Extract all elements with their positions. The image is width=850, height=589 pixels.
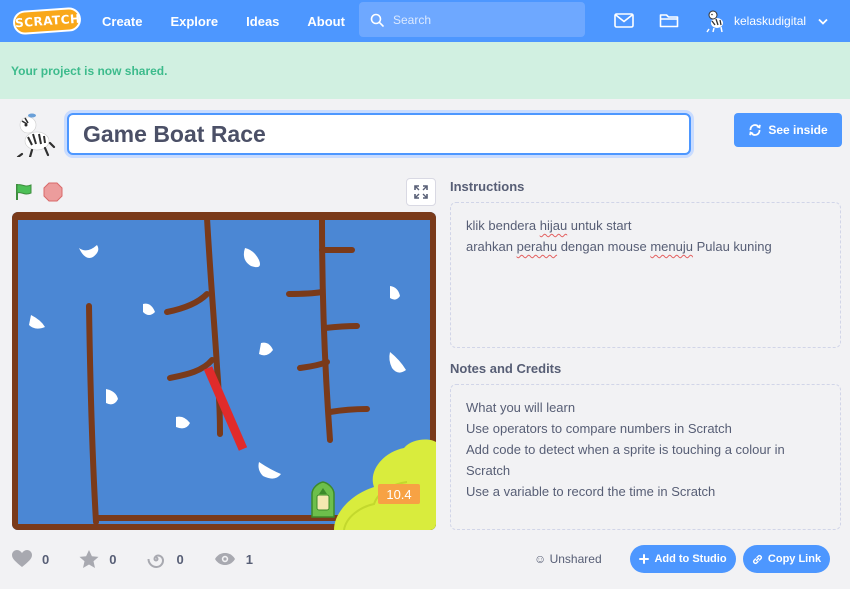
copy-link-label: Copy Link [767, 553, 822, 565]
see-inside-button[interactable]: See inside [734, 113, 842, 147]
add-to-studio-button[interactable]: Add to Studio [630, 545, 736, 573]
game-scene: 10.4 [12, 212, 436, 530]
notes-line: What you will learn [466, 400, 576, 415]
love-count: 0 [42, 551, 50, 567]
share-status-label: Unshared [549, 552, 602, 566]
search-icon [370, 13, 384, 27]
timer-display: 10.4 [386, 487, 411, 502]
star-icon [79, 549, 99, 568]
instructions-line: arahkan perahu dengan mouse menuju Pulau… [466, 239, 772, 254]
project-header: Game Boat Race See inside [0, 99, 850, 174]
view-stat: 1 [214, 552, 253, 567]
notes-heading: Notes and Credits [450, 361, 562, 376]
remix-spiral-icon [147, 554, 165, 569]
heart-icon [12, 550, 32, 567]
see-inside-label: See inside [768, 123, 828, 137]
love-stat[interactable]: 0 [12, 550, 49, 568]
user-avatar [706, 10, 723, 33]
fullscreen-icon [414, 185, 428, 199]
green-flag-icon[interactable] [14, 182, 34, 202]
instructions-heading: Instructions [450, 179, 525, 194]
notes-line: Scratch [466, 463, 511, 478]
notes-box[interactable]: What you will learn Use operators to com… [450, 384, 841, 530]
share-status: ☺ Unshared [534, 552, 602, 566]
messages-icon[interactable] [614, 13, 634, 28]
top-navbar: SCRATCH Create Explore Ideas About Searc… [0, 0, 850, 42]
notes-line: Use a variable to record the time in Scr… [466, 484, 716, 499]
username-label: kelaskudigital [734, 14, 807, 28]
shared-banner: Your project is now shared. [0, 42, 850, 99]
unshared-icon: ☺ [534, 552, 550, 566]
project-author-avatar[interactable] [12, 113, 56, 157]
see-inside-icon [749, 124, 762, 136]
search-bar[interactable]: Search [359, 2, 585, 37]
copy-link-button[interactable]: Copy Link [743, 545, 830, 573]
link-icon [752, 554, 762, 564]
notes-line: Add code to detect when a sprite is touc… [466, 442, 785, 457]
project-stats: 0 0 0 1 [12, 549, 283, 569]
add-to-studio-label: Add to Studio [654, 553, 727, 565]
view-count: 1 [245, 551, 253, 567]
project-stage[interactable]: 10.4 [12, 212, 436, 530]
instructions-line: klik bendera hijau untuk start [466, 218, 632, 233]
nav-create-link[interactable]: Create [102, 14, 142, 29]
instructions-box[interactable]: klik bendera hijau untuk start arahkan p… [450, 202, 841, 348]
nav-about-link[interactable]: About [307, 14, 345, 29]
fullscreen-button[interactable] [406, 178, 436, 206]
eye-icon [214, 553, 235, 565]
scratch-logo-text: SCRATCH [12, 6, 82, 36]
project-title-input[interactable]: Game Boat Race [67, 113, 691, 155]
nav-ideas-link[interactable]: Ideas [246, 14, 279, 29]
boat-sprite [311, 481, 335, 518]
nav-explore-link[interactable]: Explore [170, 14, 218, 29]
remix-count: 0 [176, 551, 184, 567]
favorite-stat[interactable]: 0 [79, 549, 117, 569]
remix-stat: 0 [146, 549, 184, 569]
scratch-logo[interactable]: SCRATCH [12, 6, 82, 36]
user-menu[interactable]: kelaskudigital [705, 9, 828, 33]
plus-icon [639, 554, 650, 564]
stop-sign-icon[interactable] [43, 182, 63, 202]
notes-line: Use operators to compare numbers in Scra… [466, 421, 732, 436]
chevron-down-icon [818, 18, 828, 25]
my-stuff-folder-icon[interactable] [659, 12, 679, 28]
search-input[interactable]: Search [393, 13, 431, 27]
favorite-count: 0 [109, 551, 117, 567]
shared-banner-message: Your project is now shared. [11, 64, 168, 78]
